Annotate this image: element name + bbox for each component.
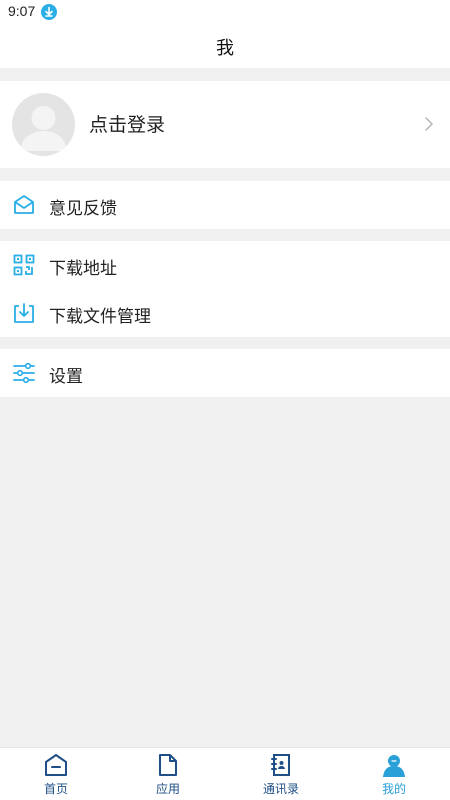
menu-item-settings[interactable]: 设置: [0, 349, 450, 397]
tab-mine[interactable]: 我的: [338, 748, 450, 800]
home-icon: [44, 753, 68, 777]
download-section: 下载地址 下载文件管理: [0, 241, 450, 337]
page-title: 我: [216, 38, 234, 59]
download-notification-icon: [41, 4, 57, 20]
tab-label-home: 首页: [43, 782, 68, 796]
login-label: 点击登录: [89, 114, 166, 136]
tab-label-apps: 应用: [155, 782, 180, 796]
bottom-tab-bar: 首页 应用 通讯录 我的: [0, 747, 450, 800]
avatar: [12, 93, 75, 156]
status-time: 9:07: [8, 3, 36, 19]
tab-label-mine: 我的: [381, 782, 406, 796]
sliders-icon: [13, 362, 35, 384]
tab-label-contacts: 通讯录: [262, 782, 299, 796]
feedback-section: 意见反馈: [0, 181, 450, 229]
qr-code-icon: [13, 254, 35, 276]
menu-item-feedback[interactable]: 意见反馈: [0, 181, 450, 229]
status-bar: 9:07: [0, 0, 450, 26]
envelope-icon: [13, 194, 35, 216]
menu-label-settings: 设置: [49, 367, 83, 387]
menu-label-feedback: 意见反馈: [49, 199, 117, 219]
download-tray-icon: [13, 302, 35, 324]
document-icon: [156, 753, 180, 777]
tab-contacts[interactable]: 通讯录: [225, 748, 337, 800]
contacts-icon: [269, 753, 293, 777]
login-card[interactable]: 点击登录: [0, 81, 450, 168]
tab-home[interactable]: 首页: [0, 748, 112, 800]
chevron-right-icon: [424, 116, 434, 136]
menu-item-download-manager[interactable]: 下载文件管理: [0, 289, 450, 337]
menu-label-download-address: 下载地址: [49, 259, 117, 279]
user-icon: [382, 753, 406, 777]
header-bar: 我: [0, 26, 450, 68]
menu-label-download-manager: 下载文件管理: [49, 307, 151, 327]
menu-item-download-address[interactable]: 下载地址: [0, 241, 450, 289]
settings-section: 设置: [0, 349, 450, 397]
tab-apps[interactable]: 应用: [112, 748, 224, 800]
